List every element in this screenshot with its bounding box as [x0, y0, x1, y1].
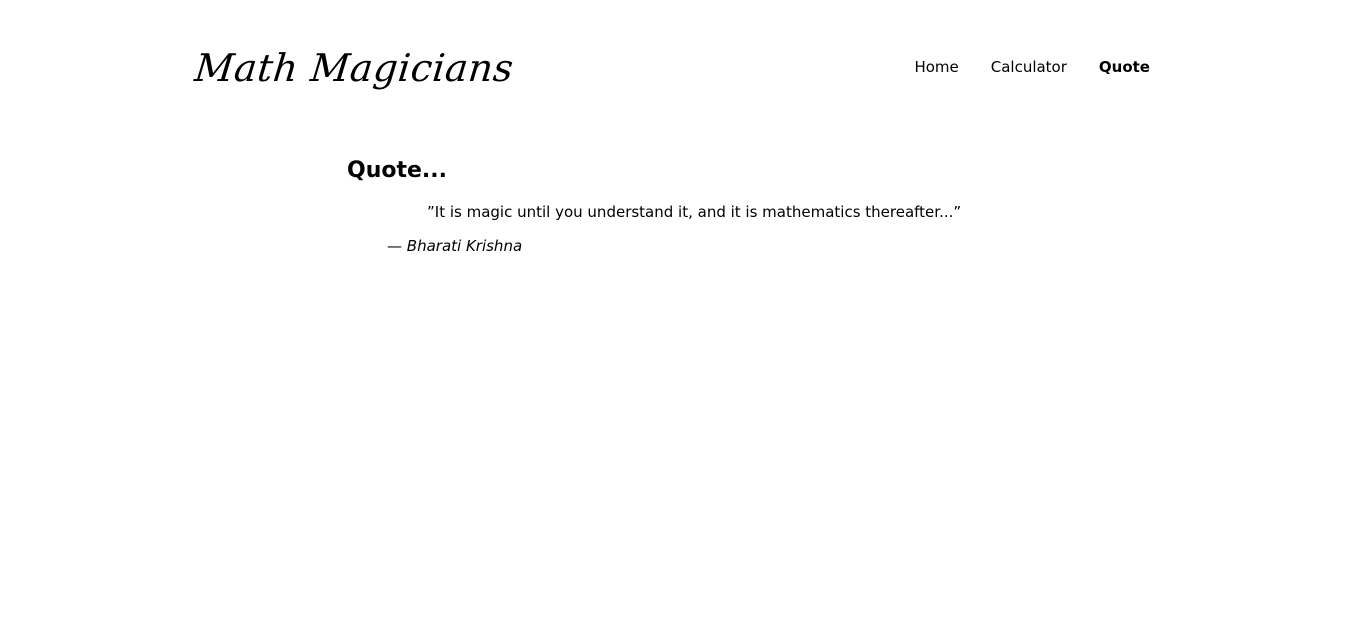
nav-link-home[interactable]: Home	[914, 58, 958, 76]
quote-text: ”It is magic until you understand it, an…	[427, 203, 962, 221]
page-title: Quote...	[347, 158, 447, 183]
nav-link-calculator[interactable]: Calculator	[991, 58, 1067, 76]
page: Math Magicians Home Calculator Quote Quo…	[0, 0, 1360, 634]
quote-section: Quote... ”It is magic until you understa…	[347, 158, 1047, 255]
author-dash: —	[387, 237, 402, 255]
author-name: Bharati Krishna	[406, 237, 523, 255]
nav-link-quote[interactable]: Quote	[1099, 58, 1150, 76]
site-logo[interactable]: Math Magicians	[193, 46, 516, 90]
site-header: Math Magicians Home Calculator Quote	[193, 40, 1150, 100]
quote-author: — Bharati Krishna	[387, 237, 1047, 255]
main-nav: Home Calculator Quote	[914, 58, 1150, 76]
